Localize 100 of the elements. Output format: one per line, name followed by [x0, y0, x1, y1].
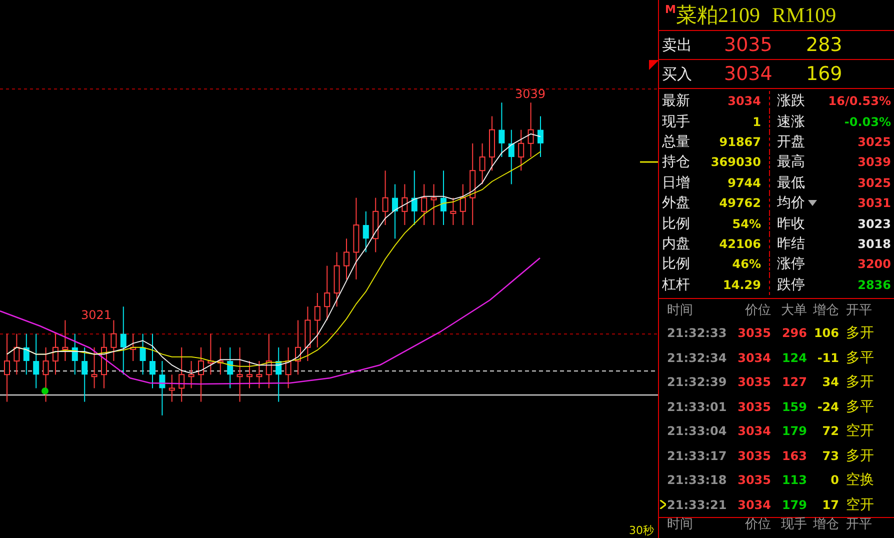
- candlestick: [140, 333, 146, 376]
- candlestick: [101, 333, 107, 389]
- candlestick: [276, 346, 282, 402]
- candlestick: [498, 102, 505, 158]
- trade-time: 21:33:17: [667, 448, 728, 463]
- candlestick: [42, 346, 49, 402]
- candlestick: [82, 346, 88, 402]
- trade-volume: 124: [780, 350, 808, 365]
- candlestick: [52, 333, 58, 376]
- market-marker: M: [665, 3, 676, 16]
- candlestick: [392, 184, 398, 240]
- stat-label: 跌停: [777, 276, 805, 294]
- candlestick: [110, 320, 117, 362]
- stat-value: 3031: [858, 196, 891, 210]
- column-header: 价位: [744, 518, 772, 532]
- candlestick: [430, 184, 437, 226]
- candlestick: [14, 333, 20, 376]
- stat-value: 3025: [858, 134, 891, 149]
- candlestick: [382, 170, 388, 226]
- quote-price: 3035: [724, 34, 774, 56]
- trade-action: 多平: [845, 398, 875, 416]
- stat-label: 开盘: [777, 132, 805, 151]
- trade-time: 21:32:39: [667, 375, 728, 390]
- stat-value: 3025: [858, 176, 891, 190]
- column-header: 时间: [667, 302, 694, 319]
- column-header: 增仓: [812, 302, 840, 319]
- trade-action: 空开: [845, 422, 875, 440]
- trade-change: -11: [816, 350, 840, 365]
- trade-price: 3035: [736, 326, 772, 340]
- trade-volume: 127: [780, 375, 808, 390]
- trade-change: 17: [821, 498, 840, 512]
- trade-time: 21:33:04: [667, 424, 728, 438]
- candlestick: [4, 333, 10, 402]
- stat-value: 3200: [858, 257, 891, 272]
- candlestick: [304, 306, 311, 362]
- column-header: 增仓: [812, 518, 840, 532]
- candlestick: [23, 333, 30, 376]
- candlestick: [198, 346, 204, 402]
- trade-volume: 159: [780, 400, 808, 414]
- price-marker: [640, 161, 658, 163]
- candlestick: [72, 333, 78, 376]
- candlestick: [120, 306, 126, 376]
- trade-time: 21:33:01: [667, 400, 728, 414]
- trade-action: 空换: [845, 471, 875, 490]
- trade-price: 3034: [736, 424, 772, 438]
- stat-value: -0.03%: [844, 114, 891, 129]
- period-label: 30秒: [629, 525, 654, 537]
- candlestick: [528, 102, 534, 158]
- column-header: 开平: [845, 302, 873, 319]
- candlestick: [246, 360, 252, 389]
- stat-value: 46%: [732, 257, 761, 272]
- price-label: 3039: [515, 87, 546, 101]
- quote-label: 买入: [662, 64, 693, 84]
- candlestick: [421, 184, 428, 226]
- contract-name: 菜粕2109: [676, 2, 760, 29]
- candlestick: [266, 333, 272, 389]
- stat-label: 均价: [777, 194, 805, 212]
- candlestick: [178, 346, 185, 402]
- candlestick: [344, 238, 350, 280]
- candlestick: [150, 333, 156, 389]
- stat-value: 91867: [719, 134, 761, 149]
- candlestick: [168, 374, 175, 402]
- candlestick: [489, 116, 495, 172]
- stat-value: 3018: [858, 236, 891, 251]
- candlestick: [159, 360, 166, 416]
- trade-action: 多开: [845, 373, 875, 392]
- trade-volume: 179: [780, 424, 808, 438]
- candlestick: [402, 184, 408, 226]
- stat-label: 涨跌: [777, 92, 805, 110]
- trade-volume: 163: [780, 448, 808, 463]
- candlestick: [295, 320, 301, 376]
- candlestick: [508, 129, 514, 185]
- candlestick: [33, 333, 40, 389]
- trade-change: 0: [830, 473, 840, 488]
- trade-price: 3034: [736, 350, 772, 365]
- stat-label: 昨收: [777, 214, 805, 233]
- stat-value: 42106: [719, 236, 761, 251]
- stat-value: 1: [752, 114, 761, 129]
- stat-value: 54%: [732, 216, 761, 231]
- quote-label: 卖出: [662, 36, 693, 54]
- candlestick: [91, 346, 98, 389]
- trade-change: -24: [816, 400, 840, 414]
- trade-price: 3034: [736, 498, 772, 512]
- price-label: 3021: [81, 308, 112, 322]
- stat-value: 14.29: [723, 278, 761, 292]
- candlestick: [208, 333, 214, 376]
- stat-label: 日增: [662, 174, 690, 192]
- column-header: 现手: [780, 518, 808, 532]
- trade-action: 空开: [845, 496, 875, 514]
- trade-change: 72: [821, 424, 840, 438]
- candlestick: [256, 360, 262, 389]
- candlestick: [227, 346, 234, 389]
- stat-value: 2836: [858, 278, 891, 292]
- trade-change: 73: [821, 448, 840, 463]
- candlestick: [450, 197, 456, 226]
- candlestick: [236, 346, 243, 402]
- stat-label: 最高: [777, 153, 805, 172]
- contract-code: RM109: [772, 2, 836, 28]
- dropdown-caret-icon[interactable]: [808, 200, 817, 206]
- stat-value: 49762: [719, 196, 761, 210]
